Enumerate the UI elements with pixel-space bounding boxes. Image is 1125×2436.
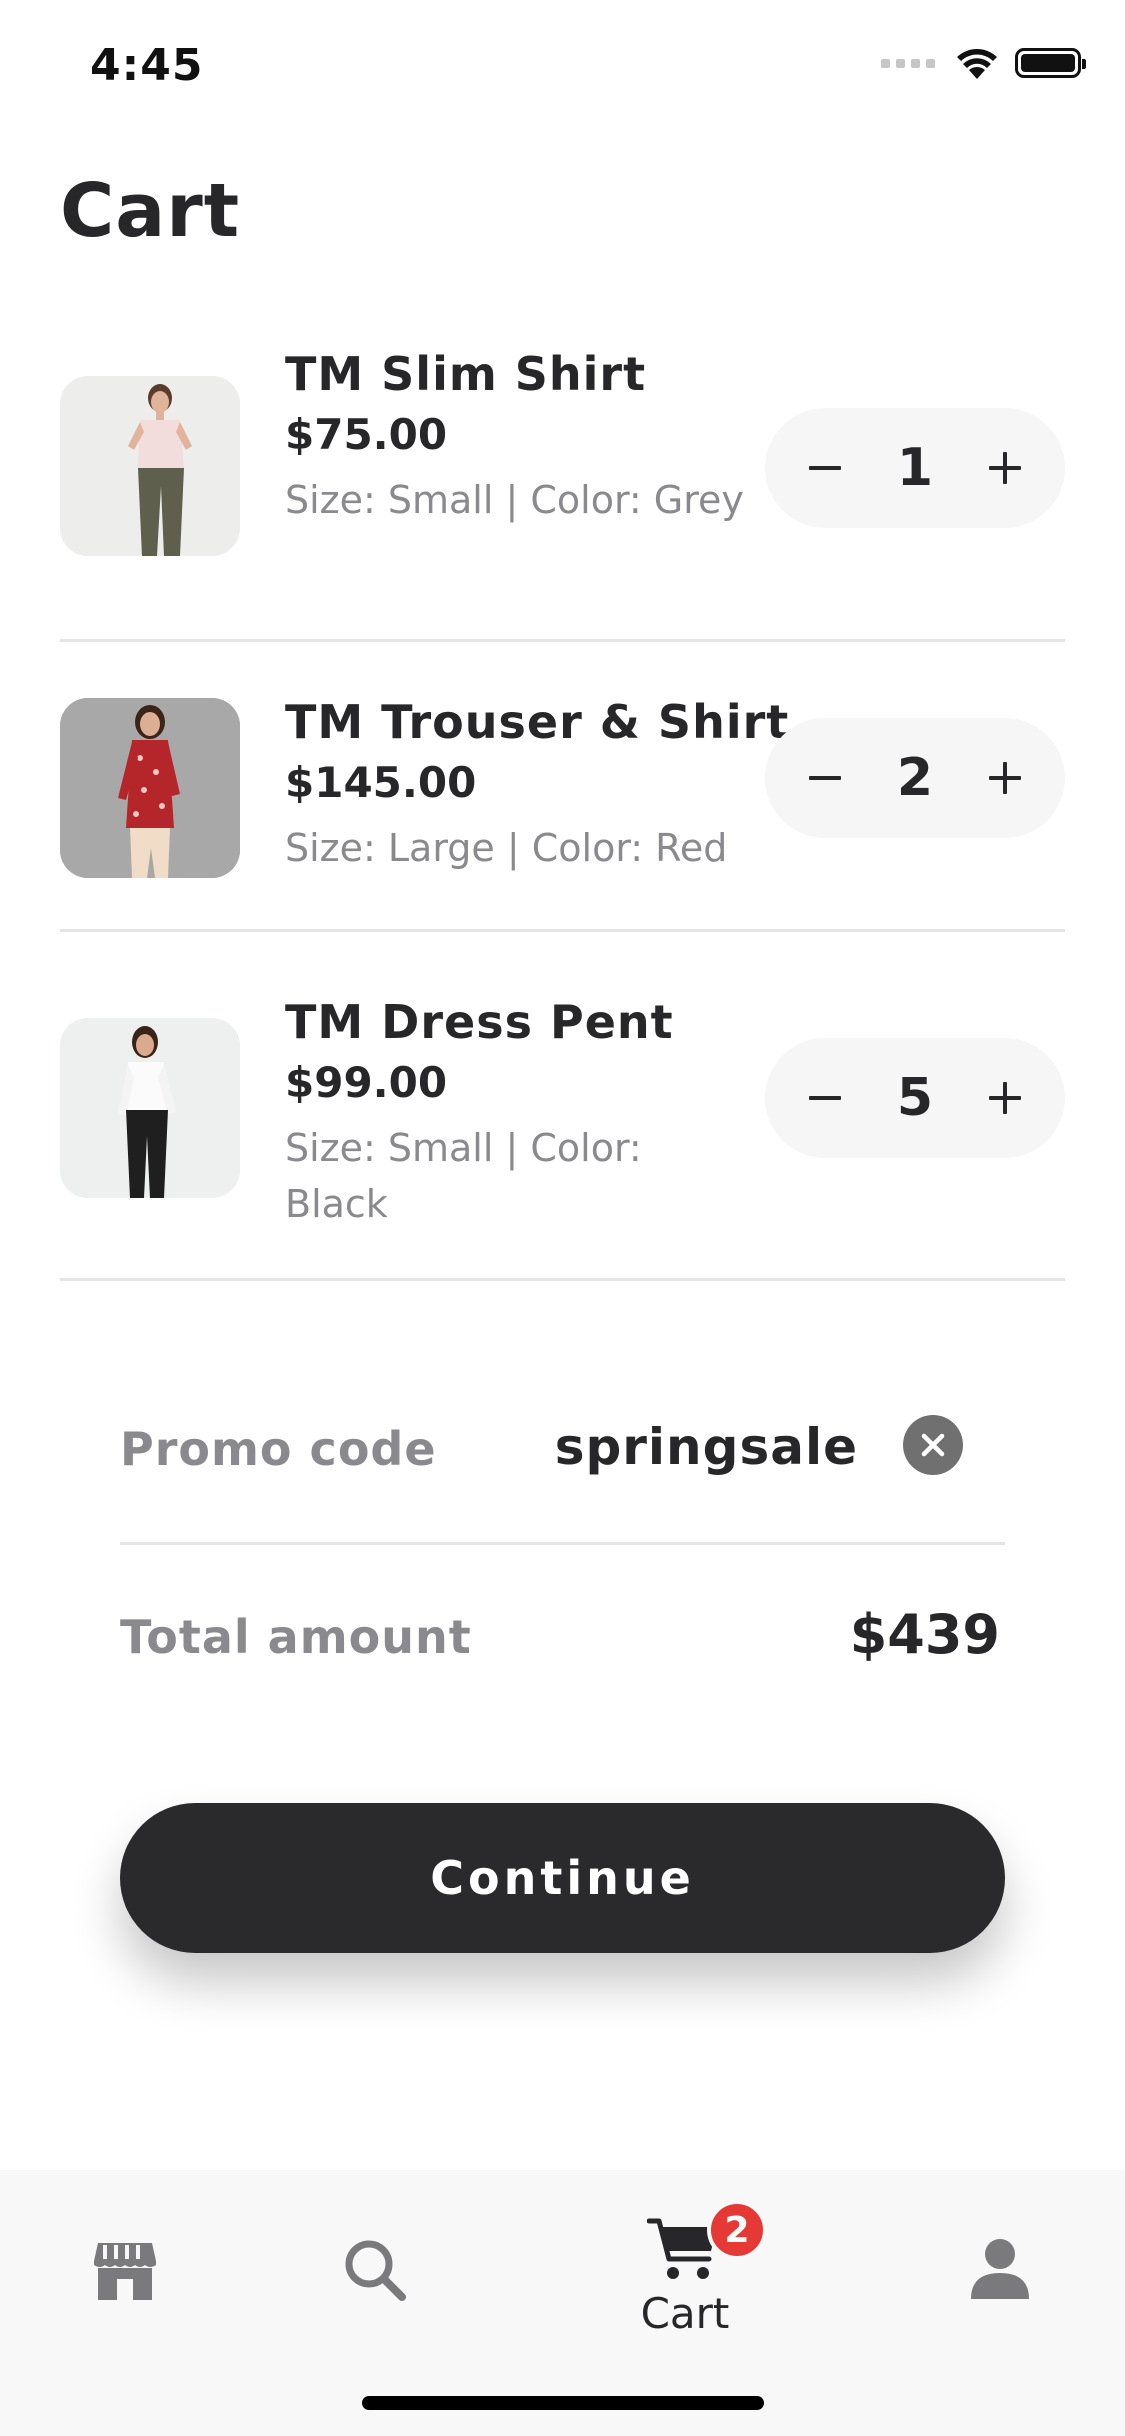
decrease-quantity-button[interactable] — [795, 748, 855, 808]
increase-quantity-button[interactable] — [975, 1068, 1035, 1128]
quantity-stepper: 1 — [765, 408, 1065, 528]
order-summary: Promo code springsale Total amount $439 — [120, 1360, 1005, 1745]
plus-icon — [989, 452, 1021, 484]
decrease-quantity-button[interactable] — [795, 1068, 855, 1128]
cart-item-info: TM Trouser & Shirt $145.00 Size: Large |… — [285, 690, 789, 876]
tab-cart-label: Cart — [640, 2288, 730, 2338]
product-price: $99.00 — [285, 1058, 448, 1107]
minus-icon — [809, 776, 841, 780]
cart-item[interactable]: TM Slim Shirt $75.00 Size: Small | Color… — [60, 320, 1065, 642]
product-image[interactable] — [60, 376, 240, 556]
clear-promo-button[interactable] — [903, 1415, 963, 1475]
close-icon — [921, 1433, 945, 1457]
search-icon — [345, 2240, 406, 2301]
user-icon — [971, 2239, 1029, 2299]
product-variant: Size: Small | Color: Grey — [285, 478, 744, 522]
plus-icon — [989, 1082, 1021, 1114]
quantity-value: 5 — [896, 1068, 934, 1128]
tab-cart[interactable]: Cart 2 — [620, 2170, 767, 2370]
promo-code-label: Promo code — [120, 1422, 437, 1476]
product-variant: Size: Small | Color: Black — [285, 1126, 642, 1226]
quantity-stepper: 2 — [765, 718, 1065, 838]
page-title: Cart — [60, 168, 241, 254]
cart-count-badge: 2 — [707, 2200, 767, 2260]
tab-search[interactable] — [310, 2170, 440, 2370]
total-amount-value: $439 — [849, 1603, 1000, 1666]
quantity-value: 2 — [896, 748, 934, 808]
quantity-stepper: 5 — [765, 1038, 1065, 1158]
minus-icon — [809, 466, 841, 470]
wifi-icon — [957, 49, 997, 79]
status-time: 4:45 — [90, 40, 204, 91]
promo-code-row[interactable]: Promo code springsale — [120, 1360, 1005, 1545]
pink-shirt-photo — [60, 376, 240, 556]
cart-item-info: TM Slim Shirt $75.00 Size: Small | Color… — [285, 342, 755, 528]
cart-item[interactable]: TM Trouser & Shirt $145.00 Size: Large |… — [60, 642, 1065, 932]
increase-quantity-button[interactable] — [975, 748, 1035, 808]
product-image[interactable] — [60, 1018, 240, 1198]
quantity-value: 1 — [896, 438, 934, 498]
product-name: TM Slim Shirt — [285, 347, 647, 401]
continue-button[interactable]: Continue — [120, 1803, 1005, 1953]
product-price: $145.00 — [285, 758, 477, 807]
plus-icon — [989, 762, 1021, 794]
product-price: $75.00 — [285, 410, 448, 459]
home-indicator — [362, 2396, 764, 2410]
decrease-quantity-button[interactable] — [795, 438, 855, 498]
product-name: TM Dress Pent — [285, 995, 674, 1049]
promo-code-value[interactable]: springsale — [555, 1418, 858, 1476]
total-amount-row: Total amount $439 — [120, 1545, 1005, 1745]
tab-profile[interactable] — [935, 2170, 1065, 2370]
red-shirt-photo — [60, 698, 240, 878]
product-name: TM Trouser & Shirt — [285, 695, 790, 749]
tab-shop[interactable] — [60, 2170, 190, 2370]
minus-icon — [809, 1096, 841, 1100]
product-image[interactable] — [60, 698, 240, 878]
increase-quantity-button[interactable] — [975, 438, 1035, 498]
status-indicators — [881, 46, 1086, 80]
store-icon — [94, 2243, 156, 2300]
cart-item-list: TM Slim Shirt $75.00 Size: Small | Color… — [60, 320, 1065, 1281]
total-amount-label: Total amount — [120, 1610, 472, 1664]
battery-icon — [1015, 48, 1086, 78]
black-pants-photo — [60, 1018, 240, 1198]
product-variant: Size: Large | Color: Red — [285, 826, 728, 870]
cart-item[interactable]: TM Dress Pent $99.00 Size: Small | Color… — [60, 932, 1065, 1281]
cart-item-info: TM Dress Pent $99.00 Size: Small | Color… — [285, 990, 755, 1232]
cellular-signal-icon — [881, 58, 935, 68]
